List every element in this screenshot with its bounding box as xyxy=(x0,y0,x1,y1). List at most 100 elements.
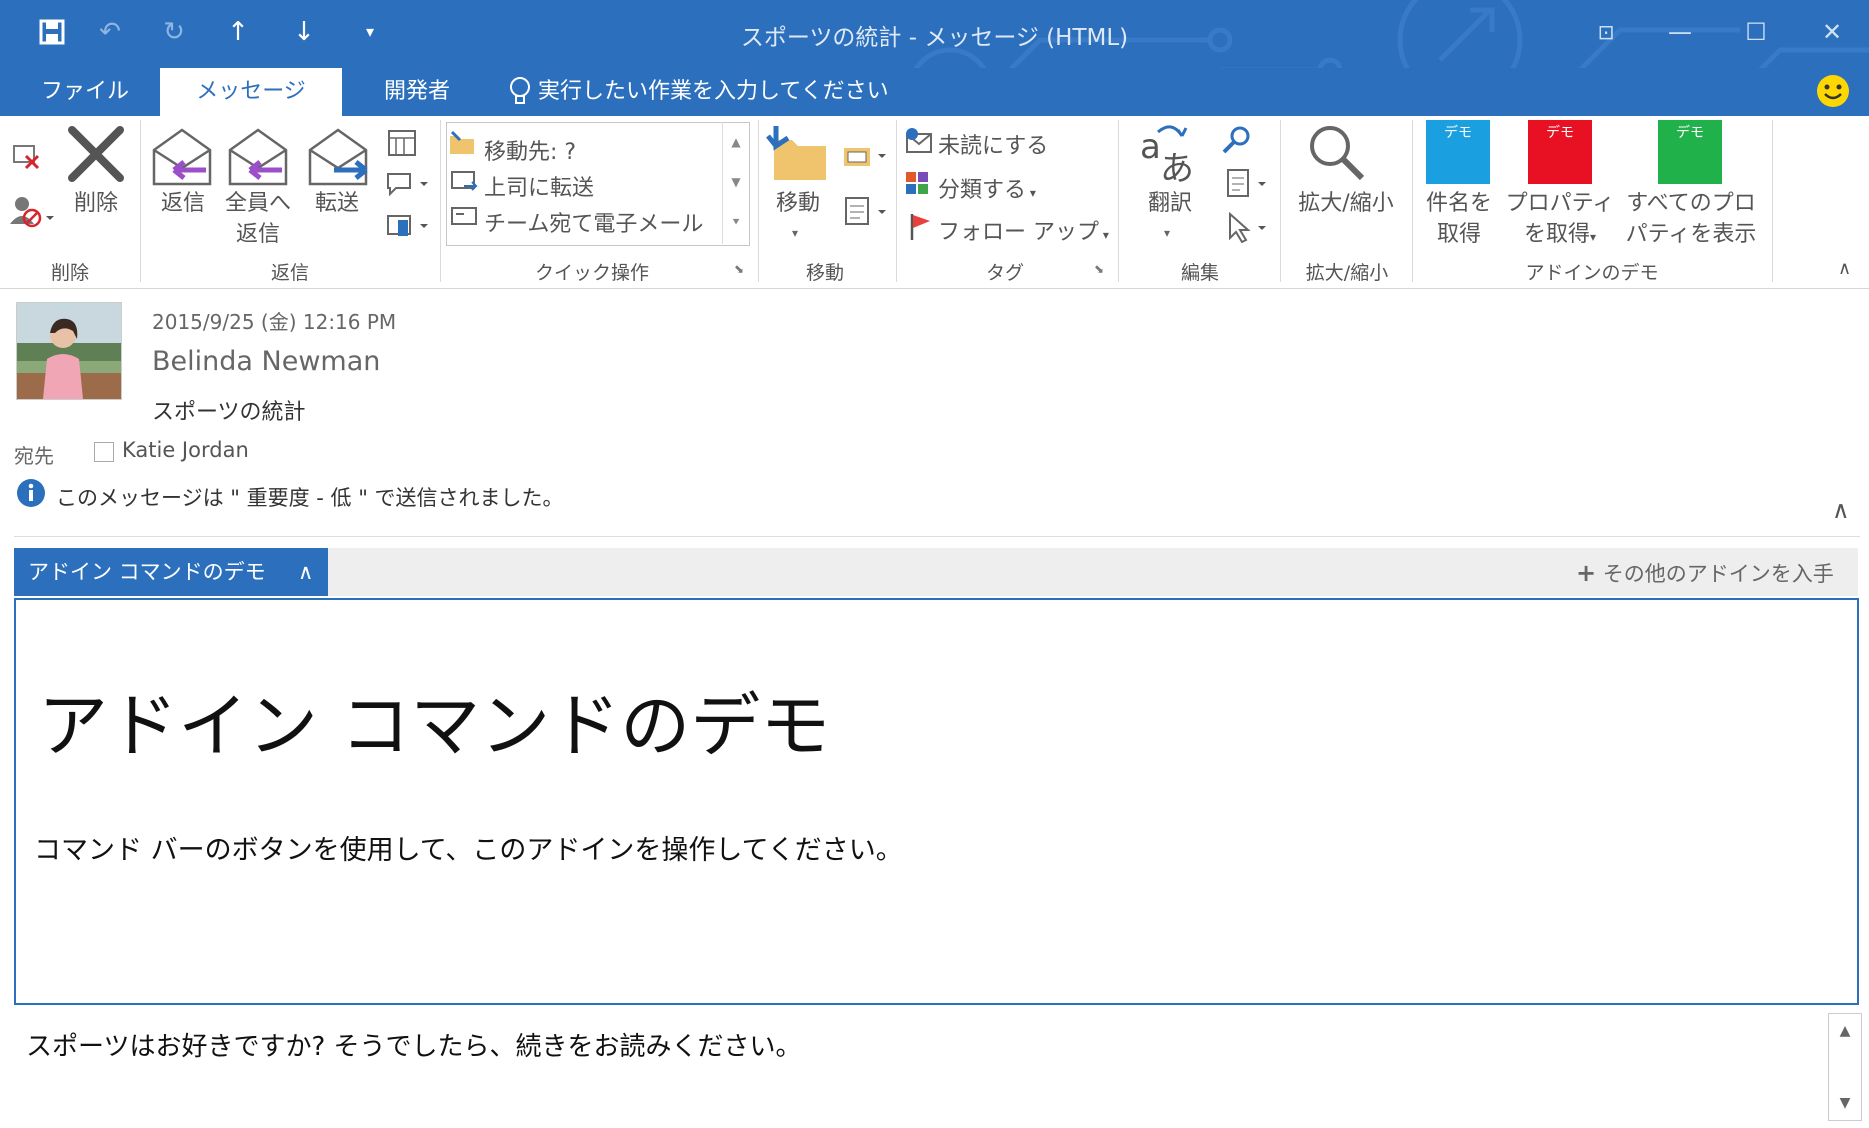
tab-developer[interactable]: 開発者 xyxy=(362,68,472,116)
addin-tab[interactable]: アドイン コマンドのデモ ∧ xyxy=(14,548,328,596)
categorize-icon xyxy=(904,170,930,196)
reply-all-button[interactable]: 全員へ 返信 xyxy=(216,188,300,250)
addin-heading: アドイン コマンドのデモ xyxy=(38,685,831,767)
quick-step-item[interactable]: 移動先: ? xyxy=(484,134,576,166)
scroll-down-icon[interactable]: ▼ xyxy=(1830,1088,1860,1118)
reply-all-label-line2: 返信 xyxy=(235,222,280,247)
delete-button[interactable]: 削除 xyxy=(56,188,136,219)
get-properties-label-line1: プロパティ xyxy=(1505,191,1615,216)
delete-icon[interactable] xyxy=(66,124,126,184)
sender-name[interactable]: Belinda Newman xyxy=(152,346,380,377)
forward-icon[interactable] xyxy=(306,124,370,188)
get-more-addins-link[interactable]: + その他のアドインを入手 xyxy=(1576,558,1834,588)
translate-icon[interactable]: aあ xyxy=(1138,122,1202,189)
actions-icon[interactable] xyxy=(842,194,888,228)
zoom-button[interactable]: 拡大/縮小 xyxy=(1284,188,1408,219)
restore-ribbon-icon[interactable]: ⊡ xyxy=(1578,12,1634,52)
chevron-up-icon[interactable]: ∧ xyxy=(298,548,313,596)
forward-manager-icon xyxy=(450,168,478,194)
select-icon[interactable] xyxy=(1224,211,1270,244)
flag-icon xyxy=(908,212,932,240)
ribbon-separator xyxy=(1412,120,1413,282)
undo-icon[interactable]: ↶ xyxy=(90,14,130,50)
addin-tab-label: アドイン コマンドのデモ xyxy=(28,560,266,584)
junk-icon[interactable] xyxy=(8,194,56,230)
translate-dropdown-icon[interactable]: ▾ xyxy=(1164,226,1170,240)
get-subject-tile[interactable]: デモ xyxy=(1426,120,1490,184)
plus-icon: + xyxy=(1576,559,1597,587)
rules-icon[interactable] xyxy=(842,140,888,170)
im-reply-icon[interactable] xyxy=(384,168,432,198)
avatar xyxy=(16,302,122,400)
message-subject: スポーツの統計 xyxy=(152,400,306,425)
related-icon[interactable] xyxy=(1224,168,1270,200)
redo-icon[interactable]: ↻ xyxy=(154,14,194,50)
close-icon[interactable]: ✕ xyxy=(1804,12,1860,52)
ignore-icon[interactable] xyxy=(10,138,44,174)
quick-steps-group-label: クイック操作 xyxy=(534,262,649,284)
up-arrow-icon[interactable]: ↑ xyxy=(218,14,258,50)
collapse-header-icon[interactable]: ∧ xyxy=(1832,496,1850,524)
follow-up-label: フォロー アップ xyxy=(938,220,1099,245)
addin-instructions: コマンド バーのボタンを使用して、このアドインを操作してください。 xyxy=(34,835,903,866)
get-subject-button[interactable]: 件名を 取得 xyxy=(1416,188,1502,250)
meeting-icon[interactable] xyxy=(386,128,418,158)
reply-all-icon[interactable] xyxy=(226,124,290,188)
tell-me-search[interactable]: 実行したい作業を入力してください xyxy=(538,68,918,116)
show-all-label-line2: パティを表示 xyxy=(1625,222,1757,247)
translate-button[interactable]: 翻訳 xyxy=(1132,188,1208,219)
move-dropdown-icon[interactable]: ▾ xyxy=(792,226,798,240)
forward-button[interactable]: 転送 xyxy=(302,188,372,219)
move-icon[interactable] xyxy=(766,124,830,184)
get-more-addins-label: その他のアドインを入手 xyxy=(1602,562,1834,586)
save-icon[interactable] xyxy=(32,14,72,50)
minimize-icon[interactable]: — xyxy=(1652,12,1708,52)
move-button[interactable]: 移動 xyxy=(760,188,836,219)
mark-unread-button[interactable]: 未読にする xyxy=(938,128,1048,160)
show-all-label-line1: すべてのプロ xyxy=(1626,191,1756,216)
show-all-properties-button[interactable]: すべてのプロ パティを表示 xyxy=(1618,188,1764,250)
svg-text:あ: あ xyxy=(1160,149,1194,184)
get-properties-label-line2: を取得▾ xyxy=(1523,222,1597,247)
tab-message[interactable]: メッセージ xyxy=(160,68,342,116)
collapse-ribbon-icon[interactable]: ∧ xyxy=(1838,258,1851,279)
move-to-folder-icon xyxy=(448,130,476,156)
follow-up-button[interactable]: フォロー アップ ▾ xyxy=(938,214,1109,246)
quick-step-item[interactable]: 上司に転送 xyxy=(484,170,594,202)
reply-icon[interactable] xyxy=(150,124,214,188)
dialog-launcher-icon[interactable]: ⬊ xyxy=(1094,262,1104,276)
presence-checkbox xyxy=(94,442,114,462)
tab-file[interactable]: ファイル xyxy=(20,68,150,116)
maximize-icon[interactable]: ☐ xyxy=(1728,12,1784,52)
get-subject-label-line1: 件名を xyxy=(1425,191,1492,216)
quick-step-item[interactable]: チーム宛て電子メール xyxy=(484,206,703,238)
dialog-launcher-icon[interactable]: ⬊ xyxy=(734,262,744,276)
recipient-name[interactable]: Katie Jordan xyxy=(122,438,249,462)
get-properties-tile[interactable]: デモ xyxy=(1528,120,1592,184)
get-subject-label-line2: 取得 xyxy=(1436,222,1481,247)
scroll-up-icon[interactable]: ▲ xyxy=(1830,1016,1860,1046)
customize-icon[interactable]: ▾ xyxy=(350,14,390,50)
categorize-label: 分類する xyxy=(938,178,1027,203)
find-icon[interactable] xyxy=(1220,124,1254,158)
vertical-scrollbar[interactable]: ▲ ▼ xyxy=(1828,1013,1862,1121)
down-arrow-icon[interactable]: ↓ xyxy=(284,14,324,50)
zoom-group-label: 拡大/縮小 xyxy=(1305,262,1389,284)
addin-frame: アドイン コマンドのデモ コマンド バーのボタンを使用して、このアドインを操作し… xyxy=(14,598,1859,1005)
info-icon xyxy=(16,478,46,508)
reply-button[interactable]: 返信 xyxy=(148,188,218,219)
smiley-icon[interactable] xyxy=(1816,74,1850,108)
show-all-properties-tile[interactable]: デモ xyxy=(1658,120,1722,184)
get-properties-button[interactable]: プロパティ を取得▾ xyxy=(1500,188,1620,253)
ribbon-separator xyxy=(758,120,759,282)
ribbon-separator xyxy=(1280,120,1281,282)
tags-group-label: タグ xyxy=(985,262,1024,284)
importance-info: このメッセージは " 重要度 - 低 " で送信されました。 xyxy=(56,486,564,510)
ribbon-separator xyxy=(1118,120,1119,282)
more-respond-icon[interactable] xyxy=(384,210,432,240)
zoom-icon[interactable] xyxy=(1306,122,1366,182)
unread-icon xyxy=(904,126,934,156)
header-divider xyxy=(14,536,1860,537)
categorize-button[interactable]: 分類する ▾ xyxy=(938,172,1036,204)
gallery-scroll[interactable]: ▲ ▼ ⯆ xyxy=(722,122,749,244)
